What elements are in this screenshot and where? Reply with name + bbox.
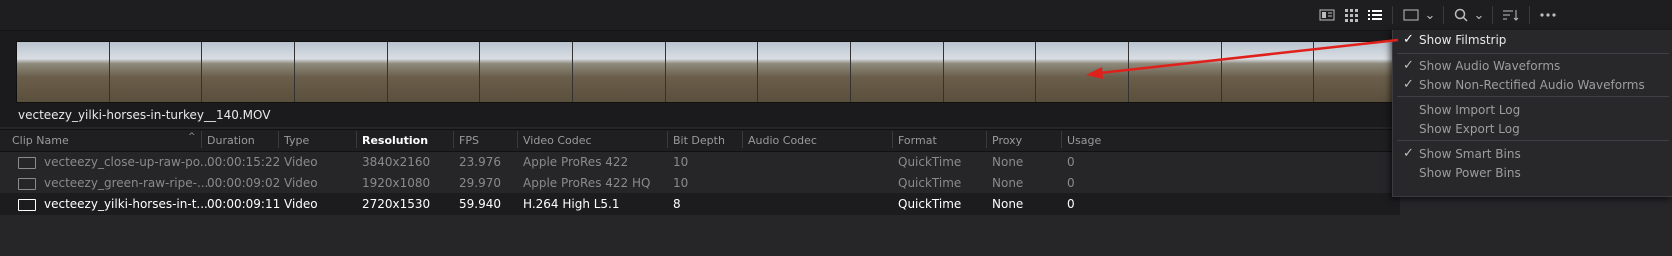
annotation-arrow xyxy=(1086,38,1399,79)
